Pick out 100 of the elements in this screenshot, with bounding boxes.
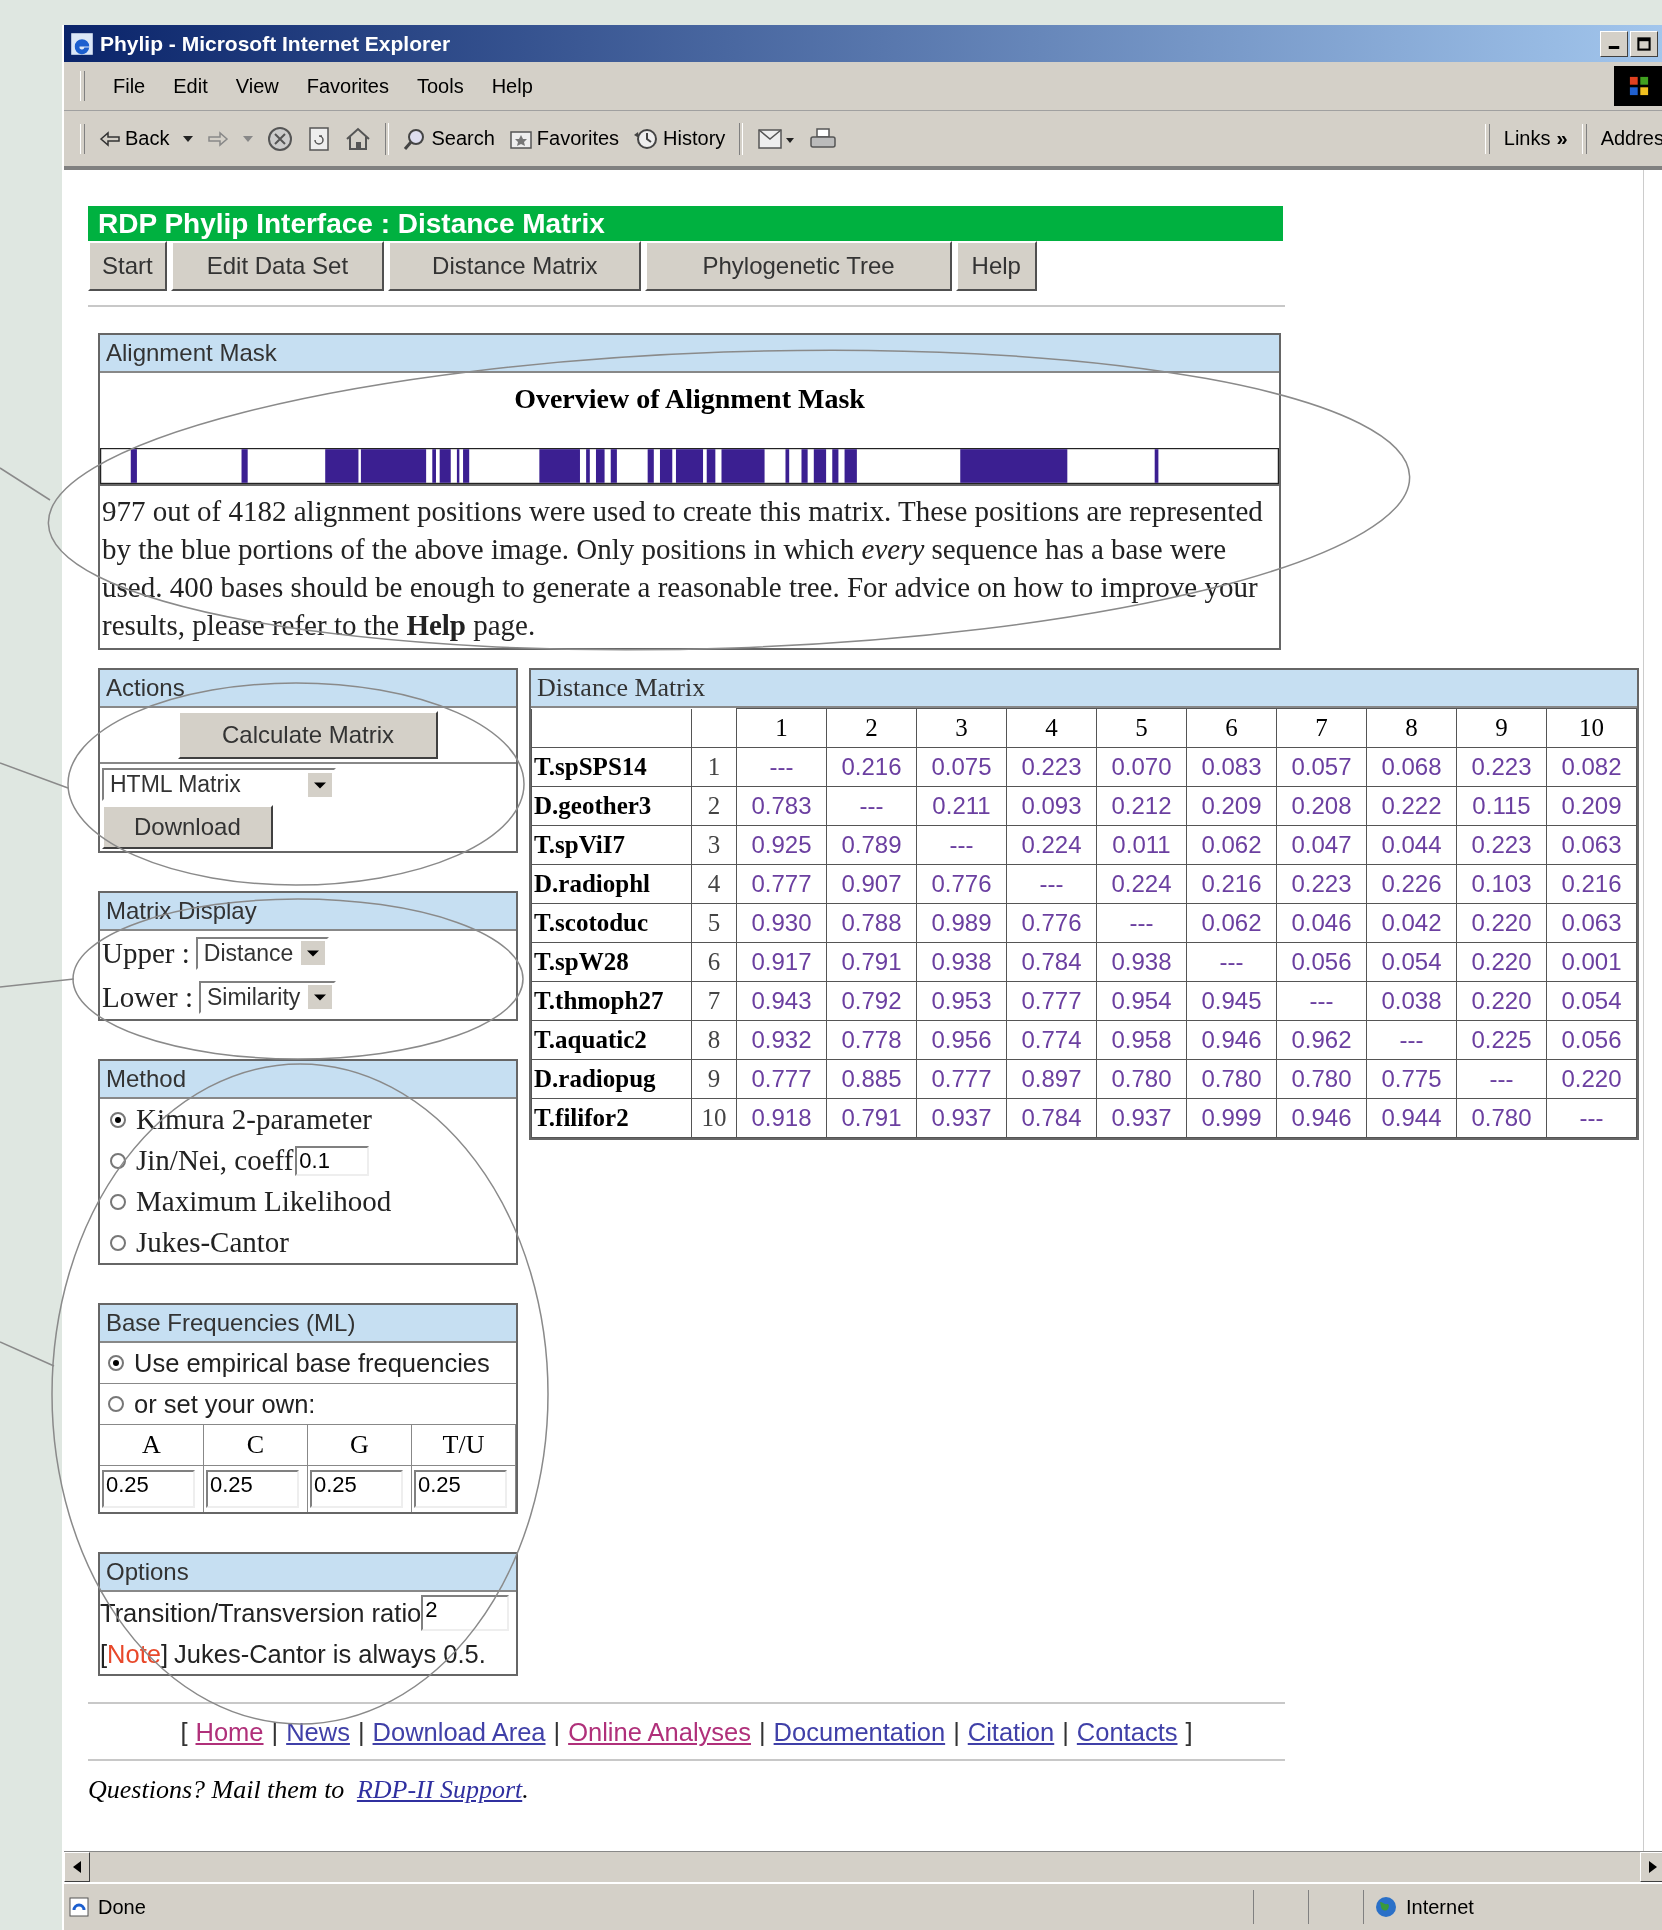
column-header: 8	[1366, 708, 1457, 748]
row-index: 1	[691, 747, 737, 787]
menu-item[interactable]: File	[113, 74, 146, 98]
table-cell: 0.777	[736, 1059, 827, 1099]
row-index: 2	[691, 786, 737, 826]
support-link[interactable]: RDP-II Support	[356, 1775, 523, 1804]
favorites-button[interactable]: Favorites	[508, 127, 620, 150]
frequency-field[interactable]: 0.25	[414, 1470, 508, 1508]
table-cell: 0.208	[1276, 786, 1367, 826]
table-cell: 0.057	[1276, 747, 1367, 787]
table-cell: 0.938	[916, 942, 1007, 982]
frequency-field[interactable]: 0.25	[102, 1470, 196, 1508]
footer-link[interactable]: Home	[195, 1718, 264, 1747]
nav-button[interactable]: Distance Matrix	[388, 241, 642, 291]
option-label: Jin/Nei, coeff	[136, 1144, 294, 1177]
mask-description: 977 out of 4182 alignment positions were used to create this matrix. These positions are represented by the blue portions of the above image. Only positions in which every sequence has a base were used. 400 bases should be enough to generate a reasonable tree. For advice on how to improve your results, please refer to the Help page.	[100, 484, 1279, 648]
menu-item[interactable]: Help	[491, 74, 533, 98]
nav-button[interactable]: Help	[955, 241, 1037, 291]
display-select[interactable]: Distance	[195, 936, 330, 970]
table-cell: 0.958	[1096, 1020, 1187, 1060]
table-cell: ---	[1546, 1098, 1637, 1138]
table-cell: 0.063	[1546, 825, 1637, 865]
footer-link[interactable]: Download Area	[372, 1718, 546, 1747]
nav-button[interactable]: Phylogenetic Tree	[645, 241, 952, 291]
row-index: 3	[691, 825, 737, 865]
table-cell: 0.093	[1006, 786, 1097, 826]
frequency-field[interactable]: 0.25	[310, 1470, 404, 1508]
taxon-name: T.aquatic2	[531, 1020, 692, 1060]
column-header: 4	[1006, 708, 1097, 748]
option-label: or set your own:	[134, 1389, 316, 1419]
chevron-button[interactable]: »	[1556, 127, 1568, 150]
column-header: 3	[916, 708, 1007, 748]
table-cell: 0.222	[1366, 786, 1457, 826]
table-cell: 0.932	[736, 1020, 827, 1060]
panel-header: Options	[100, 1554, 516, 1592]
field-label: Lower :	[102, 980, 193, 1014]
table-cell: 0.063	[1546, 903, 1637, 943]
menu-item[interactable]: View	[235, 74, 279, 98]
separator-text: |	[1062, 1718, 1069, 1747]
links-button[interactable]: Links	[1503, 127, 1551, 150]
row-index: 6	[691, 942, 737, 982]
table-cell: 0.220	[1546, 1059, 1637, 1099]
footer-link[interactable]: Contacts	[1076, 1718, 1178, 1747]
table-cell: 0.784	[1006, 942, 1097, 982]
table-cell: ---	[736, 747, 827, 787]
table-cell: 0.042	[1366, 903, 1457, 943]
panel-header: Distance Matrix	[531, 670, 1637, 708]
note-label: Note	[107, 1639, 161, 1669]
table-cell: 0.780	[1096, 1059, 1187, 1099]
footer-link[interactable]: Citation	[967, 1718, 1055, 1747]
search-button[interactable]: Search	[403, 126, 495, 151]
table-cell: 0.056	[1546, 1020, 1637, 1060]
row-index: 9	[691, 1059, 737, 1099]
table-cell: 0.223	[1456, 825, 1547, 865]
table-cell: 0.792	[826, 981, 917, 1021]
download-button[interactable]: Download	[102, 805, 273, 849]
table-cell: 0.211	[916, 786, 1007, 826]
table-cell: 0.937	[916, 1098, 1007, 1138]
panel-header: Matrix Display	[100, 893, 516, 931]
nav-button[interactable]: Edit Data Set	[170, 241, 385, 291]
table-cell: ---	[1186, 942, 1277, 982]
table-cell: 0.775	[1366, 1059, 1457, 1099]
taxon-name: D.radiopug	[531, 1059, 692, 1099]
frequency-field[interactable]: 0.25	[206, 1470, 300, 1508]
table-cell: ---	[1006, 864, 1097, 904]
menu-item[interactable]: Edit	[173, 74, 208, 98]
table-cell: 0.777	[736, 864, 827, 904]
note-text: Jukes-Cantor is always 0.5.	[174, 1639, 486, 1669]
menu-item[interactable]: Favorites	[306, 74, 389, 98]
format-select[interactable]: HTML Matrix	[102, 768, 336, 801]
table-cell: 0.784	[1006, 1098, 1097, 1138]
table-cell: 0.885	[826, 1059, 917, 1099]
table-cell: 0.220	[1456, 903, 1547, 943]
table-cell: 0.962	[1276, 1020, 1367, 1060]
menu-item[interactable]: Tools	[416, 74, 464, 98]
table-cell: 0.788	[826, 903, 917, 943]
footer-link[interactable]: Online Analyses	[568, 1718, 751, 1747]
table-cell: 0.938	[1096, 942, 1187, 982]
table-cell: 0.937	[1096, 1098, 1187, 1138]
display-select[interactable]: Similarity	[199, 980, 337, 1014]
field-label: Upper :	[102, 936, 190, 970]
footer-link[interactable]: Documentation	[773, 1718, 946, 1747]
table-cell: 0.780	[1276, 1059, 1367, 1099]
table-cell: 0.925	[736, 825, 827, 865]
table-cell: 0.082	[1546, 747, 1637, 787]
nav-button[interactable]: Start	[88, 241, 167, 291]
coefficient-field[interactable]: 0.1	[295, 1145, 370, 1176]
table-cell: 0.223	[1276, 864, 1367, 904]
option-label: Kimura 2-parameter	[136, 1103, 372, 1136]
separator-text: |	[357, 1718, 365, 1747]
bracket-text: ]	[160, 1639, 169, 1669]
column-header: 6	[1186, 708, 1277, 748]
ratio-field[interactable]: 2	[421, 1595, 510, 1631]
table-cell: 0.115	[1456, 786, 1547, 826]
table-cell: ---	[916, 825, 1007, 865]
history-button[interactable]: History	[633, 126, 726, 151]
back-button[interactable]: Back	[99, 127, 170, 150]
calculate-matrix-button[interactable]: Calculate Matrix	[177, 711, 439, 759]
footer-link[interactable]: News	[286, 1718, 350, 1747]
mask-heading: Overview of Alignment Mask	[513, 383, 866, 415]
